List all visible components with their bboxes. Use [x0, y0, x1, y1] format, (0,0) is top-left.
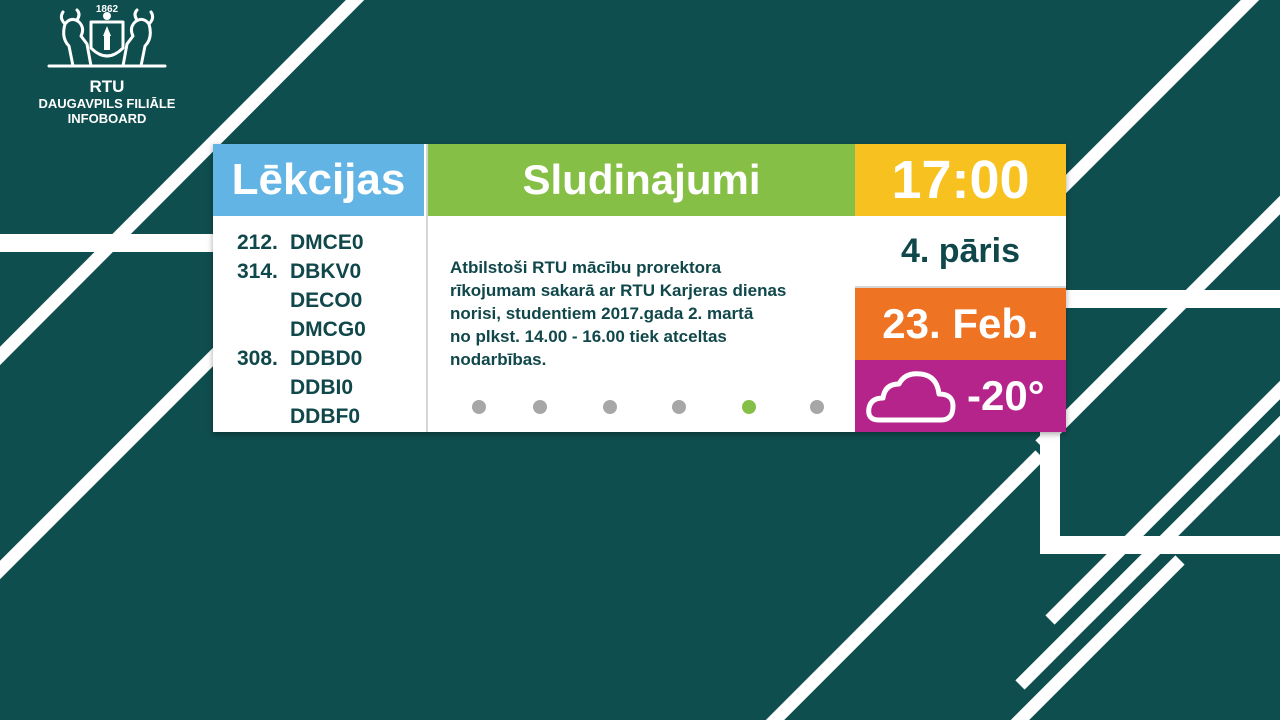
logo-infoboard: INFOBOARD: [67, 111, 147, 126]
current-time: 17:00: [855, 144, 1066, 216]
announcement-line: no plkst. 14.00 - 16.00 tiek atceltas: [450, 327, 727, 346]
lecture-row: DDBF0: [213, 402, 424, 431]
announcement-line: nodarbības.: [450, 350, 547, 369]
lecture-group: DMCG0: [290, 318, 366, 341]
lecture-room: 212.: [237, 231, 278, 254]
current-date: 23. Feb.: [855, 288, 1066, 360]
announcement-text: Atbilstoši RTU mācību prorektora rīkojum…: [450, 256, 850, 371]
lecture-group: DDBF0: [290, 405, 361, 428]
rtu-logo: 1862 RTU DAUGAVPILS FILIĀLE INFOBOARD: [22, 4, 192, 126]
announcement-line: Atbilstoši RTU mācību prorektora: [450, 258, 722, 277]
lecture-group: DBKV0: [290, 260, 362, 283]
announcement-line: rīkojumam sakarā ar RTU Karjeras dienas: [450, 281, 787, 300]
lecture-row: 308. DDBD0: [213, 344, 424, 373]
slide-dot-active[interactable]: [742, 400, 756, 414]
slide-dot[interactable]: [472, 400, 486, 414]
infoboard-panel: Lēkcijas 212. DMCE0 314. DBKV0 DECO0 DMCG0…: [213, 144, 1066, 432]
logo-branch: DAUGAVPILS FILIĀLE: [38, 96, 176, 111]
lecture-room: 308.: [237, 347, 278, 370]
cloud-icon: [866, 371, 956, 423]
announcement-line: norisi, studentiem 2017.gada 2. martā: [450, 304, 754, 323]
lecture-row: DMCG0: [213, 315, 424, 344]
temperature: -20°: [967, 372, 1045, 419]
weather-panel: -20°: [855, 360, 1066, 432]
announcements-header: Sludinajumi: [428, 144, 855, 216]
lecture-row: DECO0: [213, 286, 424, 315]
lectures-header: Lēkcijas: [213, 144, 424, 216]
slide-dot[interactable]: [603, 400, 617, 414]
slide-dot[interactable]: [533, 400, 547, 414]
slide-indicator: [428, 400, 855, 414]
lecture-group: DECO0: [290, 289, 363, 312]
lectures-column: Lēkcijas 212. DMCE0 314. DBKV0 DECO0 DMCG0…: [213, 144, 424, 432]
logo-year: 1862: [95, 4, 119, 15]
lecture-row: 314. DBKV0: [213, 257, 424, 286]
current-pair: 4. pāris: [855, 216, 1066, 288]
info-column: 17:00 4. pāris 23. Feb. -20°: [855, 144, 1066, 432]
lecture-group: DDBD0: [290, 347, 363, 370]
lecture-row: DDBI0: [213, 373, 424, 402]
lectures-list: 212. DMCE0 314. DBKV0 DECO0 DMCG0 308. DDBD…: [213, 216, 424, 431]
lecture-group: DDBI0: [290, 376, 354, 399]
lecture-row: 212. DMCE0: [213, 228, 424, 257]
slide-dot[interactable]: [672, 400, 686, 414]
announcements-column: Sludinajumi Atbilstoši RTU mācību prorek…: [426, 144, 857, 432]
lecture-group: DMCE0: [290, 231, 364, 254]
lecture-room: 314.: [237, 260, 278, 283]
logo-name: RTU: [89, 77, 125, 96]
slide-dot[interactable]: [810, 400, 824, 414]
